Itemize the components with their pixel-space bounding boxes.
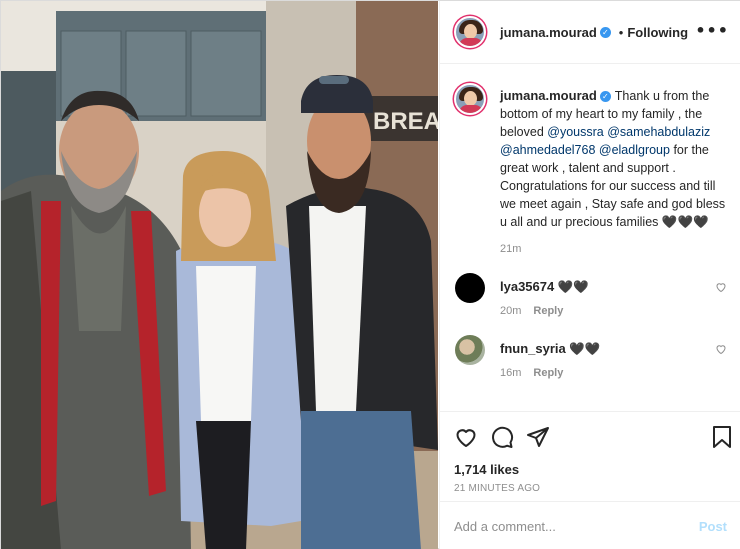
post-age[interactable]: 21 MINUTES AGO xyxy=(454,483,727,494)
caption-author-avatar[interactable] xyxy=(454,83,486,115)
comment-composer: Post xyxy=(440,501,740,549)
like-count[interactable]: 1,714 likes xyxy=(454,462,727,477)
commenter-avatar[interactable] xyxy=(455,335,485,365)
author-avatar[interactable] xyxy=(454,16,486,48)
caption-text: jumana.mourad ✓ Thank u from the bottom of… xyxy=(500,87,727,231)
mention-link[interactable]: @samehabdulaziz xyxy=(607,125,710,139)
mention-link[interactable]: @ahmedadel768 xyxy=(500,143,595,157)
post-photo[interactable]: BREA xyxy=(1,1,438,549)
comment-icon[interactable] xyxy=(490,425,514,449)
caption-username[interactable]: jumana.mourad xyxy=(500,88,597,103)
more-options-icon[interactable]: ••• xyxy=(695,21,729,40)
instagram-post-modal: BREA jumana.mourad ✓ • Following ••• jum… xyxy=(0,0,740,549)
comment-like-heart-icon[interactable] xyxy=(715,281,727,293)
comment-item: lya35674 🖤🖤 20m Reply xyxy=(454,273,727,317)
post-actions: 1,714 likes 21 MINUTES AGO xyxy=(440,411,740,501)
post-details-panel: jumana.mourad ✓ • Following ••• jumana.m… xyxy=(439,1,740,549)
verified-badge-icon: ✓ xyxy=(599,26,611,38)
mention-link[interactable]: @eladlgroup xyxy=(599,143,670,157)
caption-timestamp: 21m xyxy=(500,243,522,255)
reply-button[interactable]: Reply xyxy=(533,305,563,317)
header-separator: • xyxy=(618,24,624,40)
author-username[interactable]: jumana.mourad xyxy=(500,25,597,40)
verified-badge-icon: ✓ xyxy=(599,91,611,102)
heart-icon[interactable] xyxy=(454,425,478,449)
add-comment-input[interactable] xyxy=(454,518,699,534)
comment-timestamp: 16m xyxy=(500,367,522,379)
reply-button[interactable]: Reply xyxy=(533,367,563,379)
commenter-avatar[interactable] xyxy=(455,273,485,303)
post-comment-button[interactable]: Post xyxy=(699,519,727,534)
comment-timestamp: 20m xyxy=(500,305,522,317)
commenter-username[interactable]: fnun_syria xyxy=(500,341,566,356)
comment-like-heart-icon[interactable] xyxy=(715,343,727,355)
post-photo-illustration: BREA xyxy=(1,1,438,549)
following-button[interactable]: Following xyxy=(627,25,688,40)
share-icon[interactable] xyxy=(526,425,550,449)
comment-text: 🖤🖤 xyxy=(569,342,601,356)
commenter-username[interactable]: lya35674 xyxy=(500,279,554,294)
bookmark-icon[interactable] xyxy=(711,425,733,449)
comments-list[interactable]: jumana.mourad ✓ Thank u from the bottom of… xyxy=(440,65,740,411)
post-header: jumana.mourad ✓ • Following ••• xyxy=(440,1,740,64)
svg-text:BREA: BREA xyxy=(373,108,438,135)
mention-link[interactable]: @youssra xyxy=(547,125,603,139)
caption: jumana.mourad ✓ Thank u from the bottom of… xyxy=(454,65,727,255)
comment-text: 🖤🖤 xyxy=(557,280,589,294)
comment-item: fnun_syria 🖤🖤 16m Reply xyxy=(454,335,727,379)
